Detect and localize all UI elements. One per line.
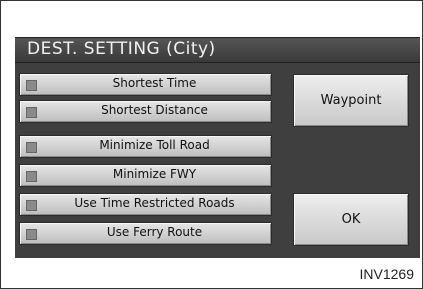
option-minimize-toll-road-button[interactable]: Minimize Toll Road xyxy=(19,135,272,158)
option-shortest-time-button[interactable]: Shortest Time xyxy=(19,73,272,96)
option-label: Minimize Toll Road xyxy=(99,138,210,152)
figure-frame: DEST. SETTING (City) Shortest Time Short… xyxy=(0,0,423,289)
option-shortest-distance-button[interactable]: Shortest Distance xyxy=(19,100,272,123)
option-label: Use Time Restricted Roads xyxy=(74,196,235,210)
indicator-icon xyxy=(26,200,37,211)
option-label: Shortest Distance xyxy=(101,103,208,117)
indicator-icon xyxy=(26,107,37,118)
waypoint-label: Waypoint xyxy=(320,93,382,108)
indicator-icon xyxy=(26,142,37,153)
option-use-ferry-route-button[interactable]: Use Ferry Route xyxy=(19,222,272,245)
indicator-icon xyxy=(26,229,37,240)
option-label: Minimize FWY xyxy=(112,167,197,181)
option-use-time-restricted-roads-button[interactable]: Use Time Restricted Roads xyxy=(19,193,272,216)
ok-button[interactable]: OK xyxy=(293,193,409,246)
ok-label: OK xyxy=(341,212,361,227)
waypoint-button[interactable]: Waypoint xyxy=(293,74,409,127)
title-bar: DEST. SETTING (City) xyxy=(15,38,420,63)
option-label: Use Ferry Route xyxy=(106,225,203,239)
option-label: Shortest Time xyxy=(112,76,197,90)
screen-title: DEST. SETTING (City) xyxy=(27,39,216,59)
figure-code: INV1269 xyxy=(359,266,414,282)
option-minimize-fwy-button[interactable]: Minimize FWY xyxy=(19,164,272,187)
indicator-icon xyxy=(26,171,37,182)
indicator-icon xyxy=(26,80,37,91)
